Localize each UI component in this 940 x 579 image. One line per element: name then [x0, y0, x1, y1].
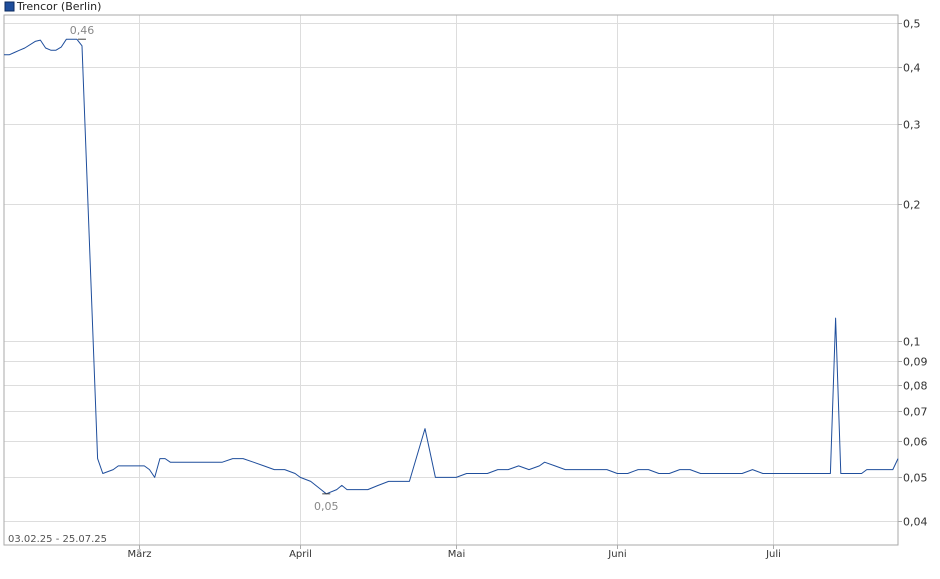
x-tick-label: März — [127, 549, 151, 560]
y-tick-label: 0,5 — [903, 18, 921, 31]
y-tick-label: 0,05 — [903, 472, 928, 485]
price-chart: Trencor (Berlin) 0,040,050,060,070,080,0… — [3, 0, 928, 560]
legend: Trencor (Berlin) — [4, 0, 101, 13]
min-value-label: 0,05 — [314, 500, 339, 513]
x-axis-labels: März April Mai Juni Juli — [127, 549, 780, 560]
date-range-label: 03.02.25 - 25.07.25 — [8, 534, 107, 545]
y-tick-label: 0,07 — [903, 406, 928, 419]
series-line-trencor-berlin — [4, 38, 899, 495]
y-tick-label: 0,09 — [903, 356, 928, 369]
annotations: 0,46 0,05 — [70, 24, 339, 513]
y-tick-label: 0,1 — [903, 336, 921, 349]
x-tick-label: April — [289, 549, 312, 560]
y-tick-label: 0,08 — [903, 380, 928, 393]
max-value-label: 0,46 — [70, 24, 95, 37]
y-tick-label: 0,4 — [903, 62, 921, 75]
y-tick-label: 0,3 — [903, 119, 921, 132]
legend-label: Trencor (Berlin) — [16, 0, 101, 13]
x-tick-label: Juli — [765, 549, 781, 560]
y-tick-label: 0,04 — [903, 516, 928, 529]
y-tick-label: 0,06 — [903, 436, 928, 449]
y-axis-labels: 0,04 0,05 0,06 0,07 0,08 0,09 0,1 0,2 0,3 0,4 0,5 — [903, 18, 928, 529]
y-tick-label: 0,2 — [903, 199, 921, 212]
grid-lines — [4, 15, 902, 549]
x-tick-label: Mai — [448, 549, 466, 560]
x-tick-label: Juni — [607, 549, 626, 560]
legend-swatch — [4, 1, 15, 12]
